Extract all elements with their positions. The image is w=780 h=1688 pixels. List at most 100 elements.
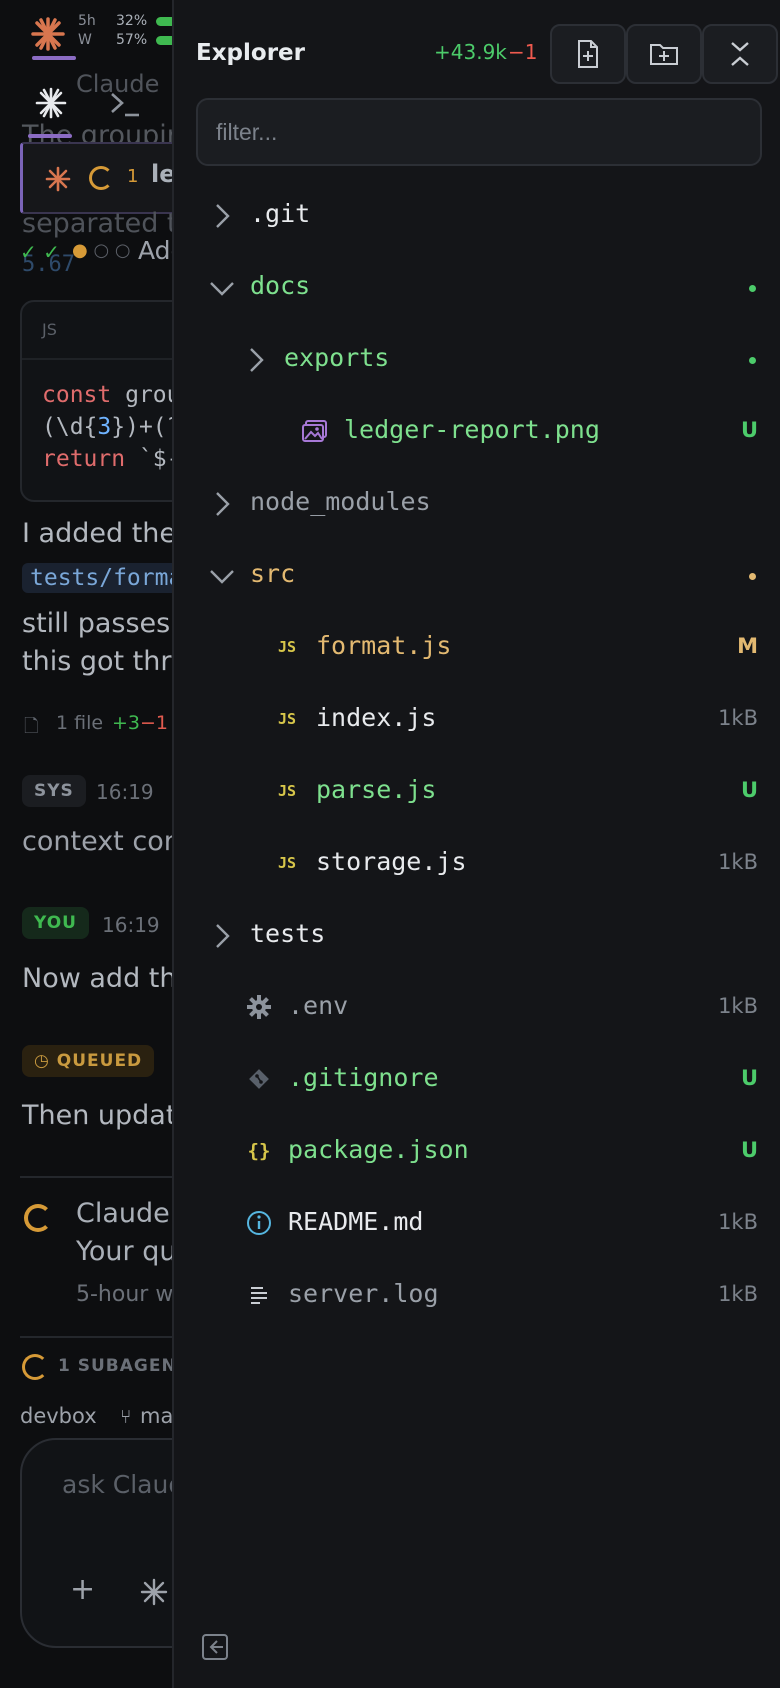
queued-badge: ◷ QUEUED [22,1045,155,1077]
explorer-additions: +43.9k [434,40,507,64]
you-time: 16:19 [102,913,160,937]
chevron-down-icon[interactable] [208,562,236,590]
js-file-icon: JS [277,854,297,872]
file-size: 1kB [718,1210,758,1234]
file-row-readme-md[interactable]: README.md 1kB [188,1194,768,1254]
file-size: 1kB [718,850,758,874]
explorer-drawer: Explorer +43.9k −1 .git docs exports ledger… [172,0,780,1688]
collapse-panel-button[interactable] [200,1632,230,1662]
js-file-icon: JS [277,782,297,800]
separated-partial-text: separated th [22,208,195,239]
folder-row-src[interactable]: src [188,546,768,606]
folder-row-docs[interactable]: docs [188,258,768,318]
folder-name: docs [250,271,311,300]
new-file-button[interactable] [550,24,626,84]
file-name: server.log [288,1279,439,1308]
file-name: ledger-report.png [344,415,600,444]
code-lang-label: JS [42,320,57,339]
file-additions: +3 [112,712,141,734]
you-badge: YOU [22,907,89,939]
filter-input[interactable] [196,98,762,166]
file-deletions: −1 [140,712,169,734]
folder-row-git[interactable]: .git [188,186,768,246]
info-icon [244,1208,274,1238]
git-icon [244,1064,274,1094]
session-tab[interactable]: 1 le [20,142,190,214]
file-row-env[interactable]: .env 1kB [188,978,768,1038]
file-row-parse-js[interactable]: JS parse.js U [188,762,768,822]
chevron-right-icon[interactable] [208,202,236,230]
divider-2 [20,1336,180,1338]
file-name: index.js [316,703,437,732]
chevron-right-icon[interactable] [242,346,270,374]
file-name: package.json [288,1135,469,1164]
usage-bar-under-logo [32,56,76,60]
folder-row-exports[interactable]: exports [188,330,768,390]
composer-placeholder: ask Claud [62,1470,185,1499]
chevron-right-icon[interactable] [208,490,236,518]
sys-badge: SYS [22,775,86,807]
sys-time: 16:19 [96,780,154,804]
file-size: 1kB [718,1282,758,1306]
file-row-gitignore[interactable]: .gitignore U [188,1050,768,1110]
js-file-icon: JS [277,638,297,656]
file-name: .gitignore [288,1063,439,1092]
added-partial-text: I added the [22,518,177,549]
claude-logo-icon [30,16,66,52]
sys-text: context com [22,826,191,857]
step-progress-dots: ● ○ ○ [72,240,131,261]
changes-dot [749,357,756,364]
file-row-package-json[interactable]: {} package.json U [188,1122,768,1182]
mode-underline [28,134,72,138]
collapse-all-button[interactable] [702,24,778,84]
js-file-icon: JS [277,710,297,728]
chevron-down-icon[interactable] [208,274,236,302]
folder-row-node-modules[interactable]: node_modules [188,474,768,534]
changes-dot [749,573,756,580]
file-count: 1 file [56,712,104,734]
json-file-icon: {} [247,1140,271,1162]
new-folder-button[interactable] [626,24,702,84]
file-name: .env [288,991,349,1020]
composer-claude-icon[interactable] [140,1578,168,1606]
subagent-spinner-icon [22,1354,48,1380]
file-row-ledger-report-png[interactable]: ledger-report.png U [188,402,768,462]
divider [20,1176,180,1178]
host-label: devbox [20,1404,97,1428]
chat-mode-icon[interactable] [34,86,68,120]
collapse-all-icon [731,42,749,66]
passes-partial-text: still passes; [22,608,180,639]
image-file-icon [300,416,330,446]
file-row-index-js[interactable]: JS index.js 1kB [188,690,768,750]
git-status-badge: M [737,634,758,658]
folder-name: .git [250,199,311,228]
file-row-server-log[interactable]: server.log 1kB [188,1266,768,1326]
file-name: format.js [316,631,452,660]
file-row-storage-js[interactable]: JS storage.js 1kB [188,834,768,894]
gear-icon [244,992,274,1022]
add-attachment-icon[interactable]: + [70,1572,95,1607]
usage-week-percent: 57% [116,32,148,48]
explorer-deletions: −1 [508,40,538,64]
terminal-mode-icon[interactable] [108,86,142,120]
code-line-3: return `$- [42,446,181,472]
file-name: storage.js [316,847,467,876]
chevron-right-icon[interactable] [208,922,236,950]
code-line-2: (\d{3})+(? [42,414,181,440]
file-icon: 🗋 [24,716,39,737]
test-path-code: tests/forma [22,563,191,593]
claude-status-title: Claude [76,1198,170,1229]
session-count: 1 [127,166,139,187]
branch-label: ma [140,1404,174,1428]
usage-5h-percent: 32% [116,13,148,29]
claude-status-spinner-icon [24,1204,52,1232]
through-partial-text: this got thro [22,646,188,677]
git-status-badge: U [740,1138,758,1162]
session-claude-icon [45,166,71,192]
folder-row-tests[interactable]: tests [188,906,768,966]
file-row-format-js[interactable]: JS format.js M [188,618,768,678]
file-size: 1kB [718,706,758,730]
git-status-badge: U [740,1066,758,1090]
code-line-1: const grou [42,382,181,408]
claude-window-text: 5-hour w [76,1282,174,1307]
